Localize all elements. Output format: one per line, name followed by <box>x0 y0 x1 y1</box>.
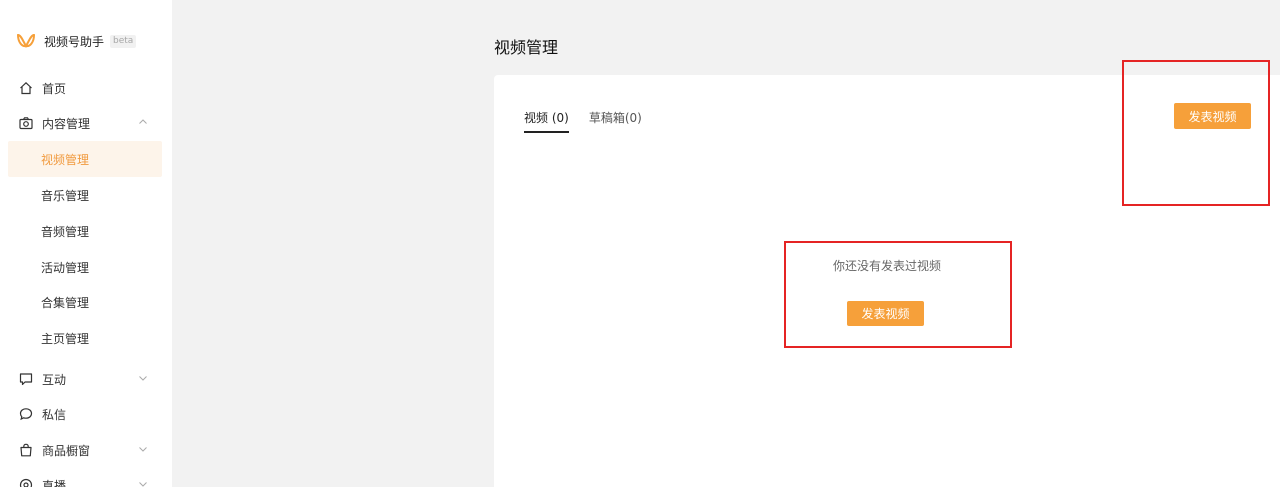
sidebar: 视频号助手 beta 首页 内容管理 视频管理 音乐管理 音频管理 活动管理 合… <box>0 0 172 487</box>
bag-icon <box>19 443 33 457</box>
message-circle-icon <box>19 407 33 421</box>
nav-home[interactable]: 首页 <box>8 70 162 106</box>
logo-icon <box>17 33 35 49</box>
nav-sub-music-manage[interactable]: 音乐管理 <box>8 177 162 213</box>
live-icon <box>19 478 33 487</box>
page-title: 视频管理 <box>494 38 559 57</box>
app-root: 视频号助手 beta 首页 内容管理 视频管理 音乐管理 音频管理 活动管理 合… <box>0 0 1280 487</box>
nav-content[interactable]: 内容管理 <box>8 105 162 141</box>
nav-sub-collection-manage[interactable]: 合集管理 <box>8 284 162 320</box>
empty-state-text: 你还没有发表过视频 <box>832 259 941 273</box>
publish-video-button[interactable]: 发表视频 <box>1174 103 1251 129</box>
tab-drafts[interactable]: 草稿箱(0) <box>589 109 642 133</box>
nav-sub-video-manage[interactable]: 视频管理 <box>8 141 162 177</box>
beta-badge: beta <box>110 34 137 48</box>
chevron-down-icon <box>138 373 148 383</box>
nav-sub-audio-manage[interactable]: 音频管理 <box>8 213 162 249</box>
nav-interaction[interactable]: 互动 <box>8 361 162 397</box>
nav-interaction-label: 互动 <box>42 372 67 387</box>
nav-live-label: 直播 <box>42 478 67 487</box>
tab-videos[interactable]: 视频 (0) <box>524 109 569 133</box>
chevron-up-icon <box>138 117 148 127</box>
chevron-down-icon <box>138 479 148 487</box>
chat-bubble-icon <box>19 372 33 386</box>
content-card: 视频 (0) 草稿箱(0) 发表视频 你还没有发表过视频 发表视频 <box>494 75 1280 487</box>
tab-bar: 视频 (0) 草稿箱(0) <box>524 109 662 133</box>
nav-sub-activity-manage[interactable]: 活动管理 <box>8 249 162 285</box>
home-icon <box>19 81 33 95</box>
nav-home-label: 首页 <box>42 81 67 96</box>
nav-shop[interactable]: 商品橱窗 <box>8 432 162 468</box>
nav-shop-label: 商品橱窗 <box>42 443 91 458</box>
chevron-down-icon <box>138 444 148 454</box>
empty-publish-video-button[interactable]: 发表视频 <box>847 301 924 326</box>
brand[interactable]: 视频号助手 beta <box>17 31 137 51</box>
nav-content-label: 内容管理 <box>42 116 91 131</box>
camera-icon <box>19 116 33 130</box>
nav-live[interactable]: 直播 <box>8 467 162 487</box>
nav-messages[interactable]: 私信 <box>8 396 162 432</box>
nav-messages-label: 私信 <box>42 407 67 422</box>
nav-sub-homepage-manage[interactable]: 主页管理 <box>8 320 162 356</box>
app-name: 视频号助手 <box>44 34 105 49</box>
